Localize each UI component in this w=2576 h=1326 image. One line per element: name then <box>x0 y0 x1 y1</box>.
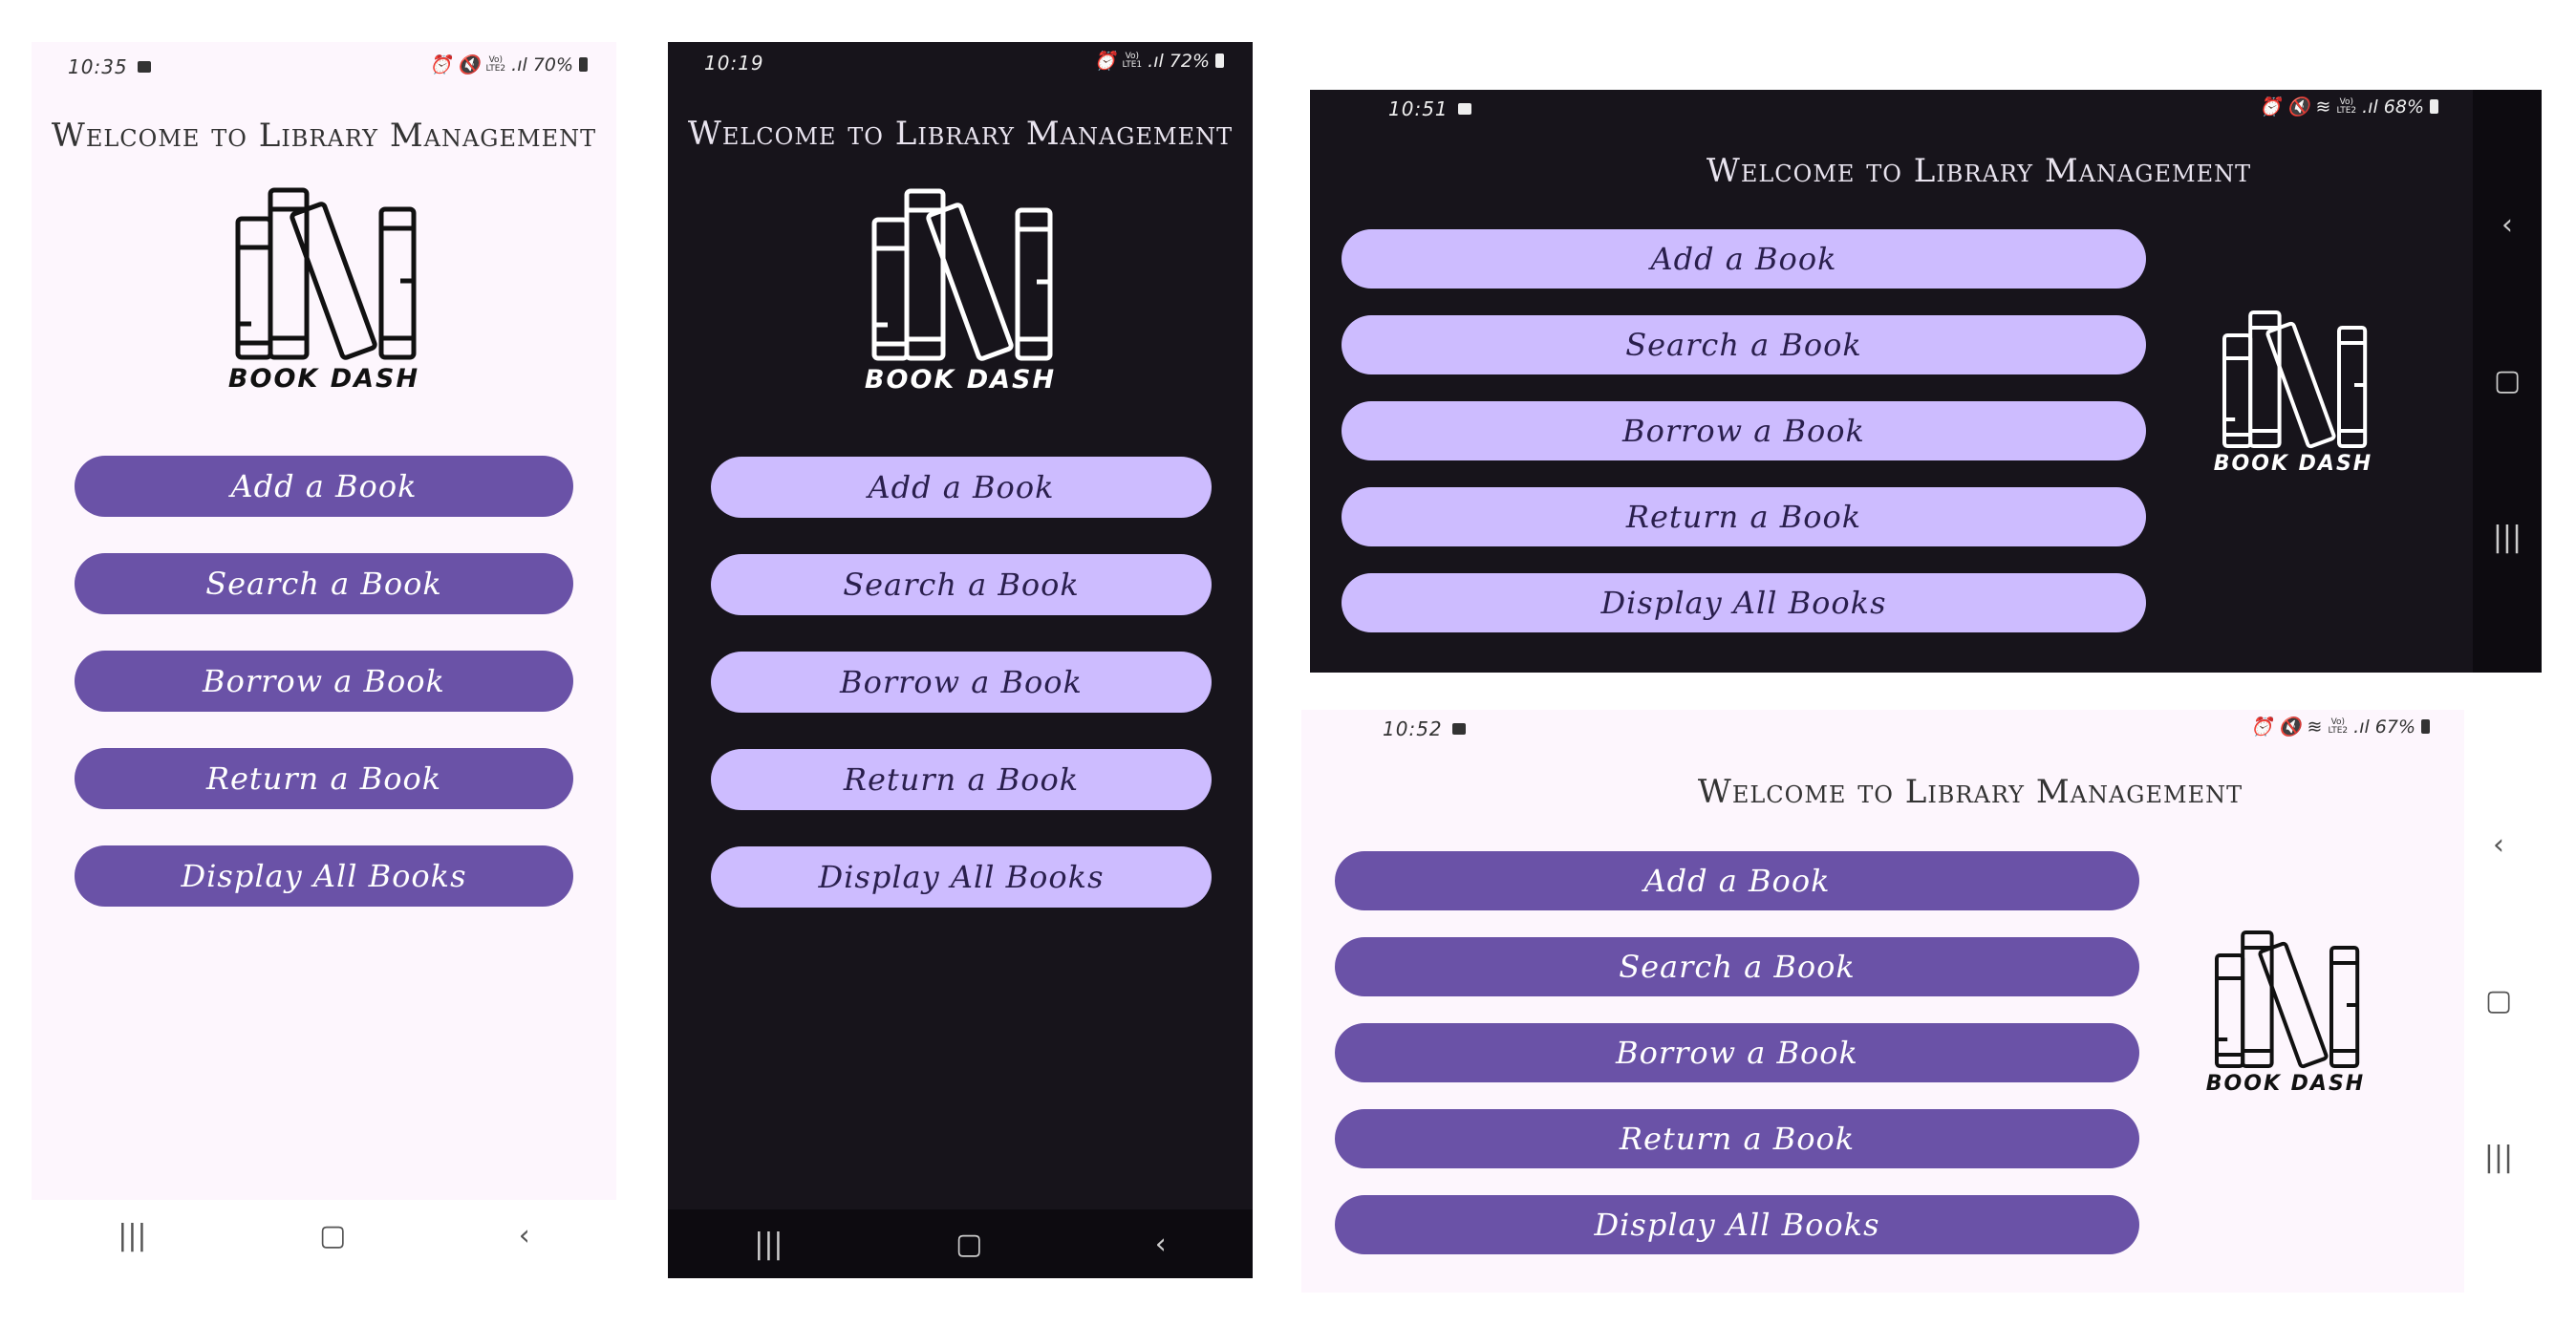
battery-icon <box>579 57 588 72</box>
return-book-button[interactable]: Return a Book <box>711 749 1212 810</box>
status-icons: ⏰ Vo) LTE1 .ıl 72% <box>1094 50 1224 72</box>
search-book-button[interactable]: Search a Book <box>75 553 573 614</box>
nav-bar: ‹ ▢ ||| <box>2473 90 2542 673</box>
volte-icon: Vo) LTE2 <box>2328 716 2349 736</box>
battery-percent: 68% <box>2383 96 2424 118</box>
search-book-button[interactable]: Search a Book <box>711 554 1212 615</box>
screen-light-landscape: 10:52 ⏰ 🔇 ≋ Vo) LTE2 .ıl 67% Welcome to L… <box>1301 710 2533 1293</box>
image-icon <box>137 61 151 73</box>
logo-text: BOOK DASH <box>864 365 1057 395</box>
page-title: Welcome to Library Management <box>687 115 1234 153</box>
page-title: Welcome to Library Management <box>1706 152 2252 190</box>
status-bar: 10:51 <box>1388 97 1471 120</box>
signal-icon: .ıl <box>2353 716 2370 738</box>
back-icon[interactable]: ‹ <box>2493 828 2504 862</box>
battery-percent: 70% <box>532 53 573 75</box>
books-icon <box>2215 930 2360 1069</box>
status-time: 10:52 <box>1383 717 1443 740</box>
screen-dark-landscape: 10:51 ⏰ 🔇 ≋ Vo) LTE2 .ıl 68% Welcome to L… <box>1310 90 2542 673</box>
screen-light-portrait: 10:35 ⏰ 🔇 Vo) LTE2 .ıl 70% Welcome to Lib… <box>32 42 616 1271</box>
wifi-icon: ≋ <box>2315 96 2331 118</box>
logo-text: BOOK DASH <box>2205 1072 2366 1096</box>
nav-bar: ||| ▢ ‹ <box>32 1200 616 1271</box>
status-time: 10:35 <box>68 55 128 78</box>
signal-icon: .ıl <box>2362 96 2378 118</box>
volte-icon: Vo) LTE2 <box>485 54 506 74</box>
recents-icon[interactable]: ||| <box>2493 521 2522 554</box>
volte-icon: Vo) LTE2 <box>2336 96 2357 116</box>
display-books-button[interactable]: Display All Books <box>711 846 1212 908</box>
image-icon <box>1457 103 1471 115</box>
battery-percent: 72% <box>1169 50 1210 72</box>
alarm-icon: ⏰ <box>1093 51 1117 72</box>
wifi-icon: ≋ <box>2307 716 2323 738</box>
battery-icon <box>2430 99 2438 114</box>
return-book-button[interactable]: Return a Book <box>75 748 573 809</box>
volte-icon: Vo) LTE1 <box>1122 51 1143 70</box>
display-books-button[interactable]: Display All Books <box>1342 573 2146 632</box>
add-book-button[interactable]: Add a Book <box>1342 229 2146 289</box>
alarm-icon: ⏰ <box>429 54 452 75</box>
return-book-button[interactable]: Return a Book <box>1342 487 2146 546</box>
signal-icon: .ıl <box>1148 50 1164 72</box>
books-icon <box>871 188 1053 361</box>
borrow-book-button[interactable]: Borrow a Book <box>1335 1023 2139 1082</box>
add-book-button[interactable]: Add a Book <box>711 457 1212 518</box>
book-dash-logo: BOOK DASH <box>859 182 1062 395</box>
alarm-icon: ⏰ <box>2250 716 2273 738</box>
status-time: 10:19 <box>704 52 764 75</box>
page-title: Welcome to Library Management <box>1697 773 2243 811</box>
book-dash-logo: BOOK DASH <box>2212 305 2374 476</box>
back-icon[interactable]: ‹ <box>2501 208 2513 242</box>
mute-icon: 🔇 <box>457 54 481 75</box>
status-bar: 10:52 <box>1383 717 1466 740</box>
status-icons: ⏰ 🔇 ≋ Vo) LTE2 .ıl 67% <box>2250 716 2430 738</box>
nav-bar: ||| ▢ ‹ <box>668 1209 1253 1278</box>
display-books-button[interactable]: Display All Books <box>75 845 573 907</box>
recents-icon[interactable]: ||| <box>118 1219 146 1252</box>
home-icon[interactable]: ▢ <box>2494 364 2521 397</box>
book-dash-logo: BOOK DASH <box>223 181 425 394</box>
books-icon <box>2222 310 2368 449</box>
alarm-icon: ⏰ <box>2259 96 2282 118</box>
recents-icon[interactable]: ||| <box>754 1228 783 1261</box>
add-book-button[interactable]: Add a Book <box>75 456 573 517</box>
borrow-book-button[interactable]: Borrow a Book <box>711 652 1212 713</box>
search-book-button[interactable]: Search a Book <box>1335 937 2139 996</box>
battery-icon <box>2421 719 2430 734</box>
back-icon[interactable]: ‹ <box>519 1219 530 1252</box>
add-book-button[interactable]: Add a Book <box>1335 851 2139 910</box>
recents-icon[interactable]: ||| <box>2484 1141 2513 1174</box>
return-book-button[interactable]: Return a Book <box>1335 1109 2139 1168</box>
page-title: Welcome to Library Management <box>51 117 597 155</box>
back-icon[interactable]: ‹ <box>1155 1228 1167 1261</box>
logo-text: BOOK DASH <box>2213 452 2373 476</box>
logo-text: BOOK DASH <box>227 364 420 394</box>
battery-icon <box>1215 53 1224 68</box>
screen-dark-portrait: 10:19 ⏰ Vo) LTE1 .ıl 72% Welcome to Libra… <box>668 42 1253 1278</box>
home-icon[interactable]: ▢ <box>955 1228 982 1261</box>
status-icons: ⏰ 🔇 Vo) LTE2 .ıl 70% <box>429 53 588 75</box>
home-icon[interactable]: ▢ <box>319 1219 346 1252</box>
search-book-button[interactable]: Search a Book <box>1342 315 2146 374</box>
borrow-book-button[interactable]: Borrow a Book <box>75 651 573 712</box>
borrow-book-button[interactable]: Borrow a Book <box>1342 401 2146 460</box>
status-icons: ⏰ 🔇 ≋ Vo) LTE2 .ıl 68% <box>2259 96 2438 118</box>
status-time: 10:51 <box>1388 97 1449 120</box>
display-books-button[interactable]: Display All Books <box>1335 1195 2139 1254</box>
home-icon[interactable]: ▢ <box>2485 984 2512 1017</box>
mute-icon: 🔇 <box>2286 96 2310 118</box>
battery-percent: 67% <box>2374 716 2415 738</box>
status-bar: 10:35 <box>68 55 151 78</box>
mute-icon: 🔇 <box>2278 716 2302 738</box>
book-dash-logo: BOOK DASH <box>2204 925 2367 1096</box>
image-icon <box>1451 723 1466 735</box>
signal-icon: .ıl <box>511 53 527 75</box>
status-bar: 10:19 <box>704 52 774 75</box>
nav-bar: ‹ ▢ ||| <box>2464 710 2533 1293</box>
books-icon <box>235 187 417 360</box>
